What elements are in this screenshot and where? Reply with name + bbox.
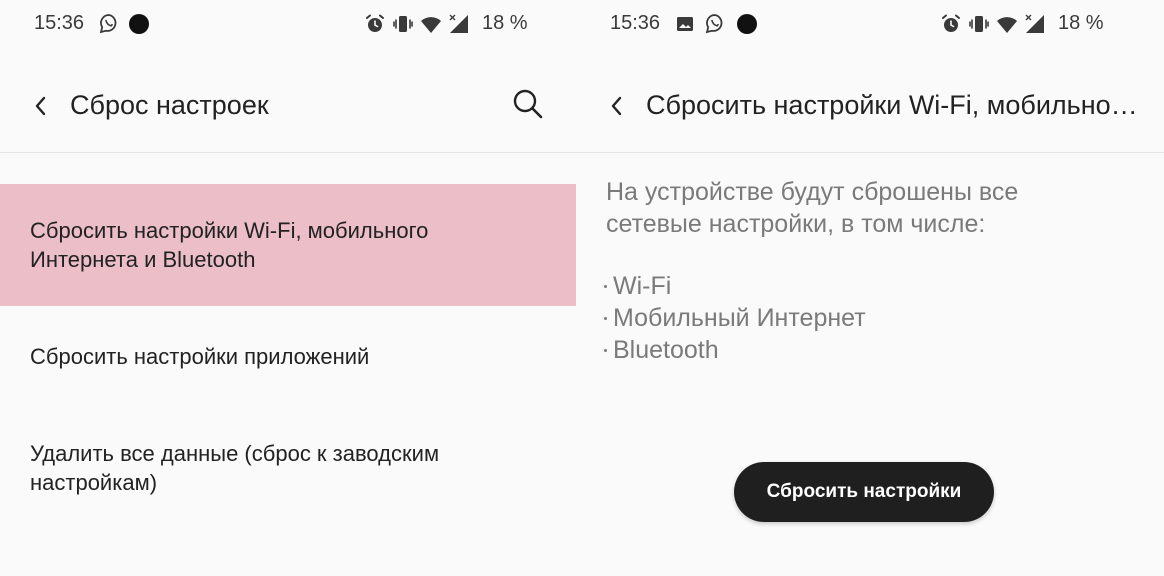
reset-app-preferences-item[interactable]: Сбросить настройки приложений [0,320,576,392]
bullet-dot-icon [604,348,607,352]
list-item-label: Удалить все данные (сброс к заводским на… [30,441,440,495]
status-icons: 18 % [364,12,528,35]
status-bar: 15:36 18 % [0,0,576,50]
factory-reset-item[interactable]: Удалить все данные (сброс к заводским на… [0,420,576,516]
status-time: 15:36 [610,12,661,34]
bullet-dot-icon [604,284,607,288]
wifi-icon [420,13,442,35]
battery-percent: 18 % [1058,12,1104,34]
status-bar: 15:36 18 % [576,0,1164,50]
image-icon [674,13,696,35]
vibrate-icon [968,13,990,35]
search-icon[interactable] [510,86,546,122]
list-item: Мобильный Интернет [604,302,866,334]
reset-settings-button[interactable]: Сбросить настройки [734,462,994,522]
reset-description: На устройстве будут сброшены все сетевые… [606,178,1019,238]
notification-dot-icon [128,13,150,35]
back-arrow-icon[interactable] [28,90,54,122]
alarm-icon [940,13,962,35]
page-title: Сброс настроек [70,90,269,120]
status-time: 15:36 [34,12,85,34]
battery-percent: 18 % [482,12,528,34]
page-title: Сбросить настройки Wi-Fi, мобильного… [646,90,1146,120]
signal-icon [448,13,470,35]
signal-icon [1024,13,1046,35]
viber-icon [98,13,120,35]
reset-network-settings-item[interactable]: Сбросить настройки Wi-Fi, мобильного Инт… [0,184,576,306]
list-item: Bluetooth [604,334,866,366]
notification-dot-icon [736,13,758,35]
viber-icon [704,13,726,35]
list-item-label: Сбросить настройки приложений [30,343,370,369]
alarm-icon [364,13,386,35]
settings-reset-screen: 15:36 18 % Сброс настроек Сбросить настр… [0,0,576,576]
app-bar: Сброс настроек [0,62,576,153]
app-bar: Сбросить настройки Wi-Fi, мобильного… [576,62,1164,153]
bullet-dot-icon [604,316,607,320]
list-item: Wi-Fi [604,270,866,302]
vibrate-icon [392,13,414,35]
back-arrow-icon[interactable] [604,90,630,122]
wifi-icon [996,13,1018,35]
reset-scope-list: Wi-Fi Мобильный Интернет Bluetooth [604,270,866,366]
list-item-label: Сбросить настройки Wi-Fi, мобильного Инт… [30,218,429,272]
status-icons: 18 % [940,12,1104,35]
